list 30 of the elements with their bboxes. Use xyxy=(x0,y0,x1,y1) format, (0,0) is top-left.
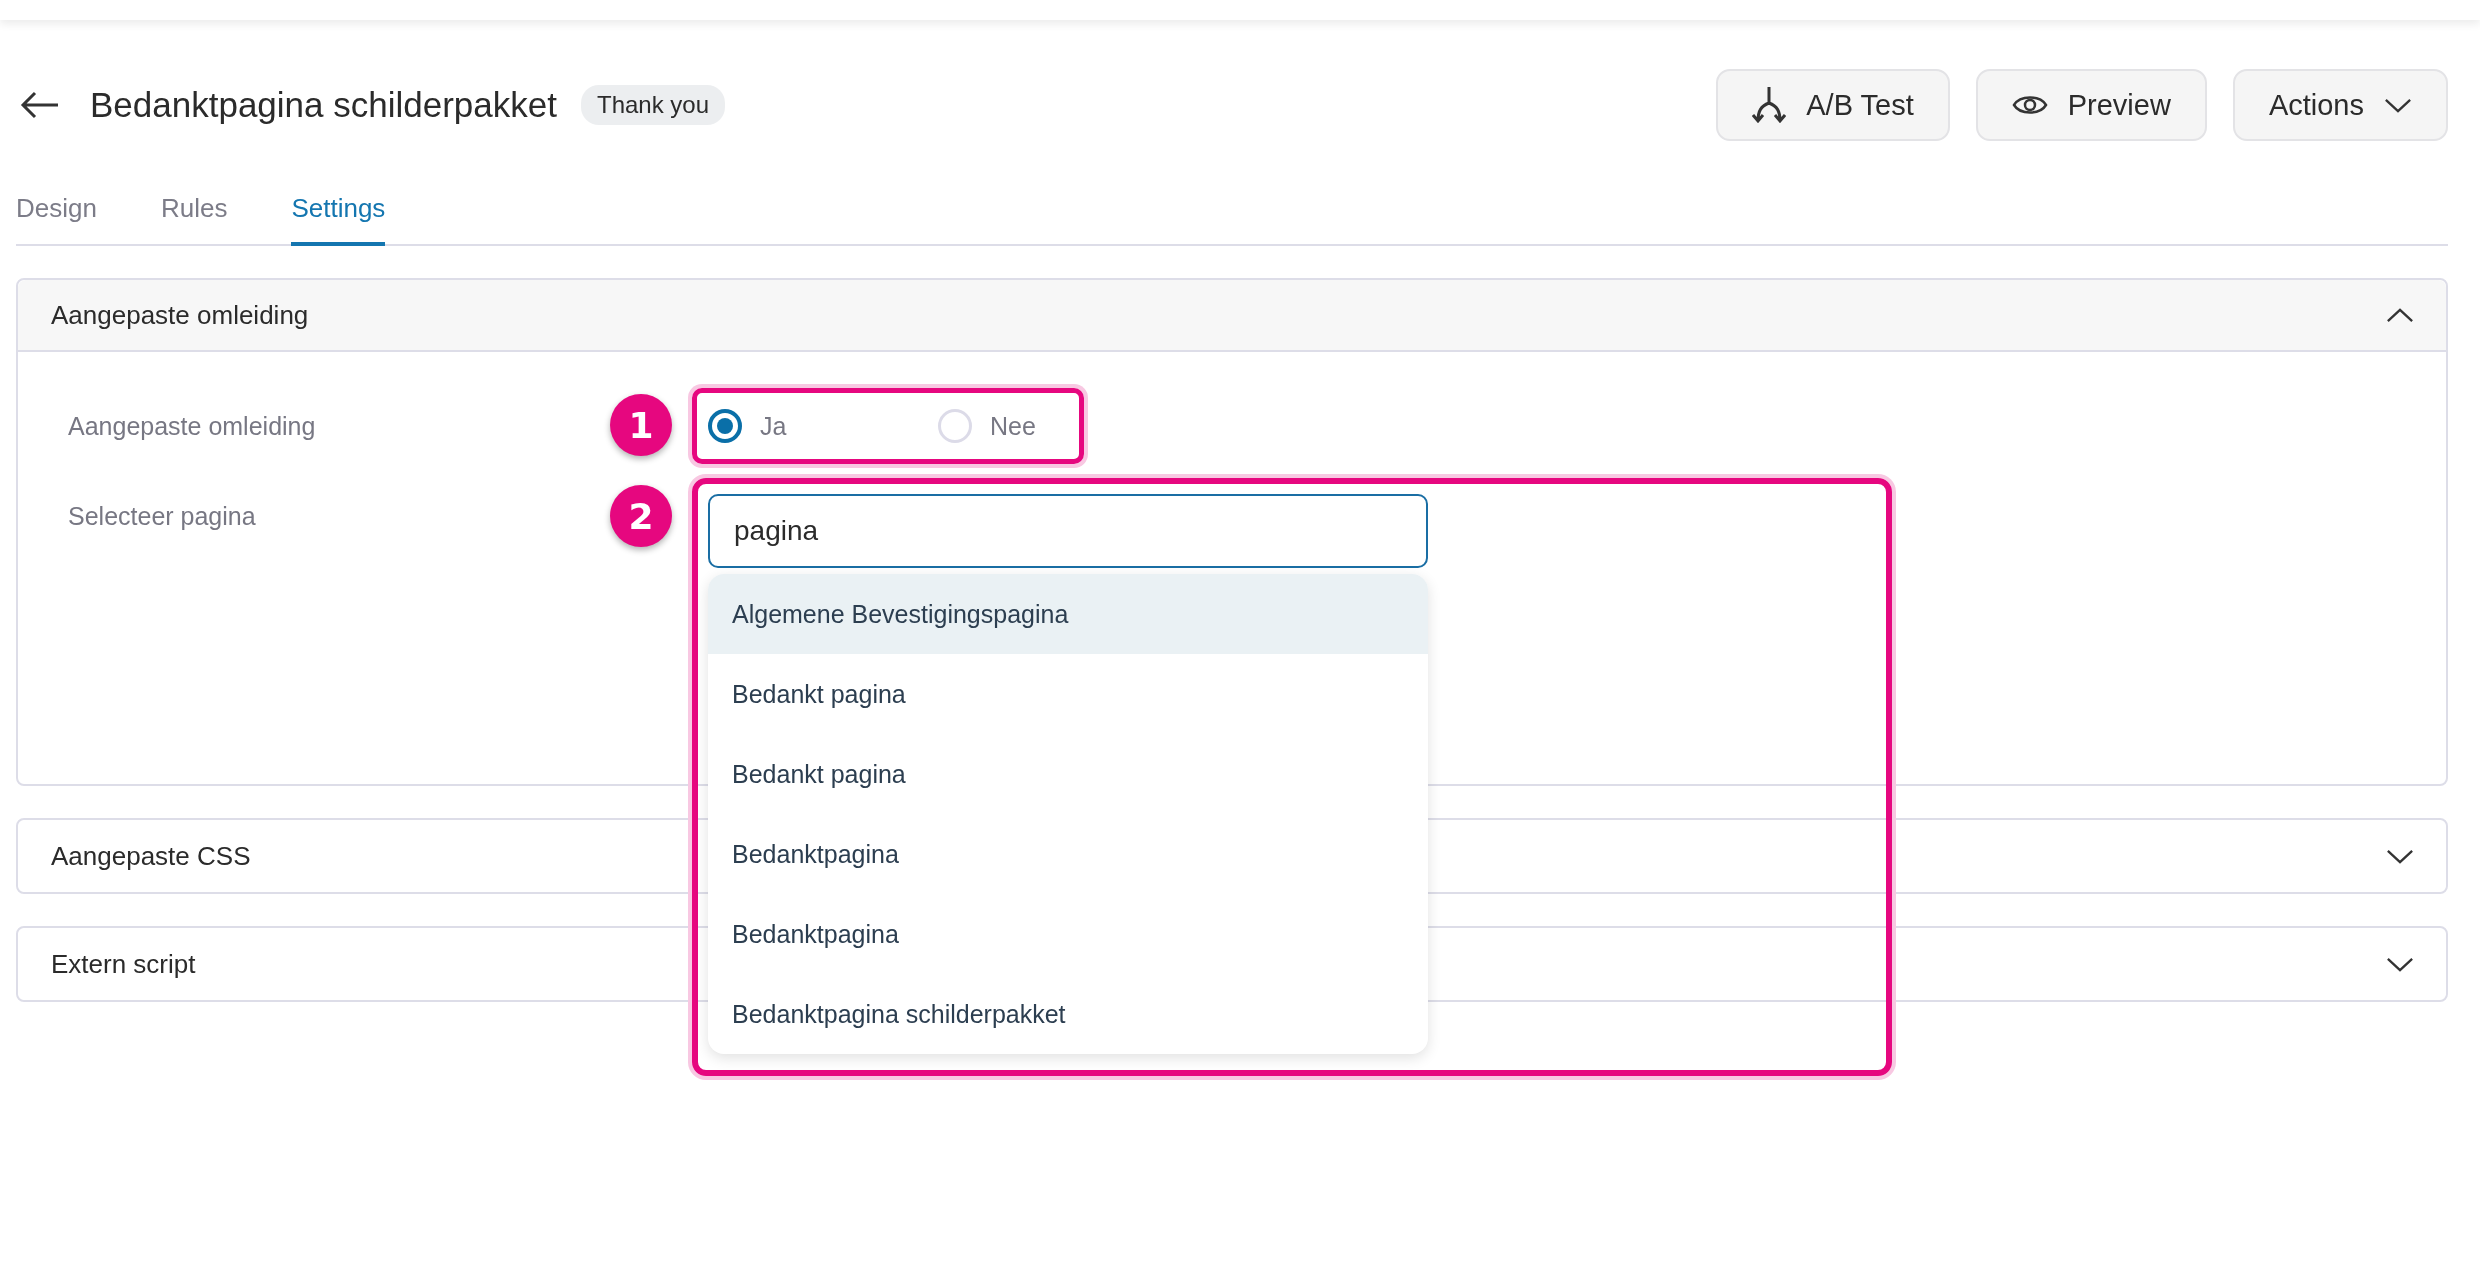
dropdown-option[interactable]: Bedanktpagina xyxy=(708,814,1428,894)
split-arrows-icon xyxy=(1752,85,1787,125)
ab-test-button[interactable]: A/B Test xyxy=(1716,69,1950,141)
accordion-header[interactable]: Aangepaste omleiding xyxy=(18,280,2446,352)
dropdown-option[interactable]: Bedanktpagina xyxy=(708,894,1428,974)
chevron-down-icon xyxy=(2386,848,2414,864)
field-label: Selecteer pagina xyxy=(68,502,256,530)
chevron-down-icon xyxy=(2384,97,2412,113)
dropdown-option[interactable]: Bedankt pagina xyxy=(708,734,1428,814)
tab[interactable]: Design xyxy=(16,193,97,246)
radio-option[interactable]: Ja xyxy=(708,409,938,443)
radio-circle[interactable] xyxy=(708,409,742,443)
tab[interactable]: Rules xyxy=(160,193,228,246)
actions-button[interactable]: Actions xyxy=(2232,69,2448,141)
chevron-up-icon xyxy=(2386,307,2414,323)
tab[interactable]: Settings xyxy=(291,193,386,246)
search-field[interactable]: pagina xyxy=(708,494,1428,568)
dropdown-option[interactable]: Algemene Bevestigingspagina xyxy=(708,574,1428,654)
dropdown-option[interactable]: Bedankt pagina xyxy=(708,654,1428,734)
back-arrow-icon[interactable] xyxy=(20,90,60,120)
radio-option[interactable]: Nee xyxy=(938,409,1168,443)
annotation-number: 2 xyxy=(610,485,672,547)
annotation-number: 1 xyxy=(610,394,672,456)
chevron-down-icon xyxy=(2386,956,2414,972)
page-badge: Thank you xyxy=(581,85,726,125)
field-label: Aangepaste omleiding xyxy=(68,411,316,440)
dropdown-option[interactable]: Bedanktpagina schilderpakket xyxy=(708,974,1428,1054)
page-title: Bedanktpagina schilderpakket xyxy=(90,85,557,125)
eye-icon xyxy=(2011,93,2048,117)
preview-button[interactable]: Preview xyxy=(1975,69,2207,141)
